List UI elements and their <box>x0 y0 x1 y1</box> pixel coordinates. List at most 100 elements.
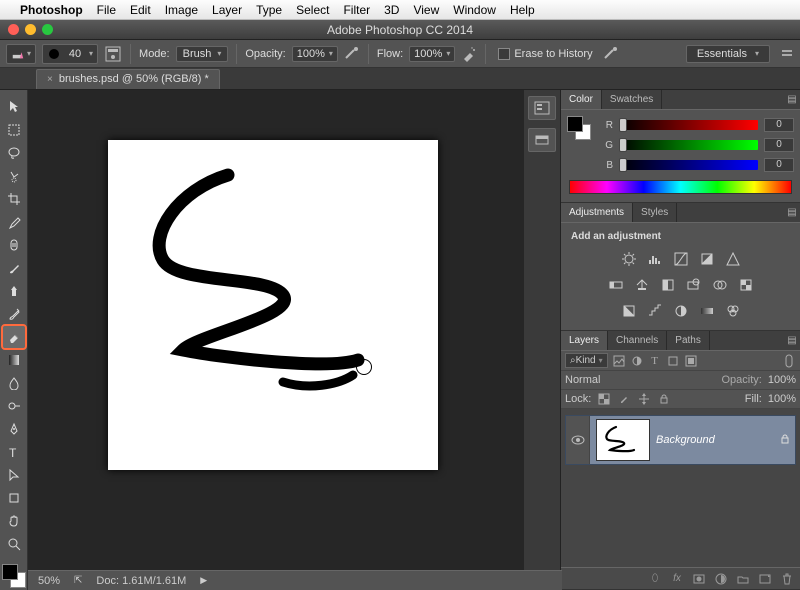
g-slider[interactable] <box>619 140 758 150</box>
color-spectrum[interactable] <box>569 180 792 194</box>
layer-opacity-field[interactable]: 100% <box>768 374 796 386</box>
shape-tool[interactable] <box>3 487 25 509</box>
menu-help[interactable]: Help <box>510 3 535 17</box>
b-slider[interactable] <box>619 160 758 170</box>
lasso-tool[interactable] <box>3 142 25 164</box>
gradient-tool[interactable] <box>3 349 25 371</box>
menu-window[interactable]: Window <box>453 3 496 17</box>
panel-menu-icon[interactable]: ▤ <box>784 331 800 350</box>
tab-adjustments[interactable]: Adjustments <box>561 203 633 222</box>
menu-view[interactable]: View <box>413 3 439 17</box>
tool-preset-picker[interactable]: ▾ <box>6 44 36 64</box>
g-value[interactable]: 0 <box>764 138 794 152</box>
opacity-field[interactable]: 100% <box>292 46 338 62</box>
flow-field[interactable]: 100% <box>409 46 455 62</box>
black-white-icon[interactable] <box>658 276 678 294</box>
curves-icon[interactable] <box>671 250 691 268</box>
brush-panel-toggle[interactable] <box>104 45 122 63</box>
quick-select-tool[interactable] <box>3 165 25 187</box>
tab-swatches[interactable]: Swatches <box>602 90 662 109</box>
b-value[interactable]: 0 <box>764 158 794 172</box>
posterize-icon[interactable] <box>645 302 665 320</box>
tab-channels[interactable]: Channels <box>608 331 667 350</box>
path-select-tool[interactable] <box>3 464 25 486</box>
history-brush-tool[interactable] <box>3 303 25 325</box>
panel-menu-icon[interactable]: ▤ <box>784 90 800 109</box>
exposure-icon[interactable] <box>697 250 717 268</box>
zoom-tool[interactable] <box>3 533 25 555</box>
airbrush-toggle[interactable] <box>461 46 477 62</box>
menu-layer[interactable]: Layer <box>212 3 242 17</box>
brush-preset-picker[interactable]: 40 ▾ <box>42 44 98 64</box>
lock-transparent-icon[interactable] <box>597 393 611 405</box>
menu-type[interactable]: Type <box>256 3 282 17</box>
tab-color[interactable]: Color <box>561 90 602 109</box>
crop-tool[interactable] <box>3 188 25 210</box>
color-balance-icon[interactable] <box>632 276 652 294</box>
tab-layers[interactable]: Layers <box>561 331 608 350</box>
menu-file[interactable]: File <box>97 3 116 17</box>
visibility-toggle[interactable] <box>566 416 590 464</box>
levels-icon[interactable] <box>645 250 665 268</box>
r-value[interactable]: 0 <box>764 118 794 132</box>
move-tool[interactable] <box>3 96 25 118</box>
close-icon[interactable]: × <box>47 74 53 85</box>
fg-bg-swatch[interactable] <box>567 116 591 140</box>
photo-filter-icon[interactable] <box>684 276 704 294</box>
type-tool[interactable]: T <box>3 441 25 463</box>
layer-row-background[interactable]: Background <box>565 415 796 465</box>
pen-tool[interactable] <box>3 418 25 440</box>
new-fill-adjust-icon[interactable] <box>714 573 728 585</box>
lock-image-icon[interactable] <box>617 393 631 405</box>
invert-icon[interactable] <box>619 302 639 320</box>
lock-position-icon[interactable] <box>637 393 651 405</box>
healing-brush-tool[interactable] <box>3 234 25 256</box>
marquee-tool[interactable] <box>3 119 25 141</box>
zoom-level[interactable]: 50% <box>38 575 60 587</box>
new-layer-icon[interactable] <box>758 574 772 584</box>
workspace-switcher[interactable]: Essentials <box>686 45 770 63</box>
lock-all-icon[interactable] <box>657 393 671 405</box>
eyedropper-tool[interactable] <box>3 211 25 233</box>
chevron-right-icon[interactable]: ▶ <box>200 575 207 586</box>
tab-styles[interactable]: Styles <box>633 203 677 222</box>
clone-stamp-tool[interactable] <box>3 280 25 302</box>
vibrance-icon[interactable] <box>723 250 743 268</box>
brush-tool[interactable] <box>3 257 25 279</box>
tab-paths[interactable]: Paths <box>667 331 710 350</box>
mode-dropdown[interactable]: Brush <box>176 46 229 62</box>
hue-sat-icon[interactable] <box>606 276 626 294</box>
dodge-tool[interactable] <box>3 395 25 417</box>
menu-3d[interactable]: 3D <box>384 3 399 17</box>
layer-filter-kind[interactable]: ⌕Kind <box>565 353 608 368</box>
link-layers-icon[interactable]: ⬯ <box>648 573 662 584</box>
search-icon[interactable] <box>780 47 794 61</box>
export-icon[interactable]: ⇱ <box>74 575 82 586</box>
document-tab[interactable]: × brushes.psd @ 50% (RGB/8) * <box>36 69 220 89</box>
color-swatches-tool[interactable] <box>2 564 26 588</box>
hand-tool[interactable] <box>3 510 25 532</box>
blur-tool[interactable] <box>3 372 25 394</box>
panel-menu-icon[interactable]: ▤ <box>784 203 800 222</box>
selective-color-icon[interactable] <box>723 302 743 320</box>
history-panel-button[interactable] <box>528 96 556 120</box>
app-menu[interactable]: Photoshop <box>20 3 83 17</box>
erase-to-history-check[interactable]: Erase to History <box>498 48 592 60</box>
fill-field[interactable]: 100% <box>768 393 796 405</box>
filter-toggle[interactable] <box>782 354 796 368</box>
eraser-tool[interactable] <box>3 326 25 348</box>
filter-shape-icon[interactable] <box>666 354 680 368</box>
blend-mode-dropdown[interactable]: Normal <box>565 374 716 386</box>
layer-fx-icon[interactable]: fx <box>670 573 684 584</box>
new-group-icon[interactable] <box>736 574 750 584</box>
document-canvas[interactable] <box>108 140 438 470</box>
delete-layer-icon[interactable] <box>780 573 794 585</box>
properties-panel-button[interactable] <box>528 128 556 152</box>
menu-filter[interactable]: Filter <box>343 3 370 17</box>
filter-type-icon[interactable]: T <box>648 354 662 368</box>
menu-image[interactable]: Image <box>165 3 198 17</box>
filter-smart-icon[interactable] <box>684 354 698 368</box>
layer-mask-icon[interactable] <box>692 574 706 584</box>
r-slider[interactable] <box>619 120 758 130</box>
filter-adjust-icon[interactable] <box>630 354 644 368</box>
